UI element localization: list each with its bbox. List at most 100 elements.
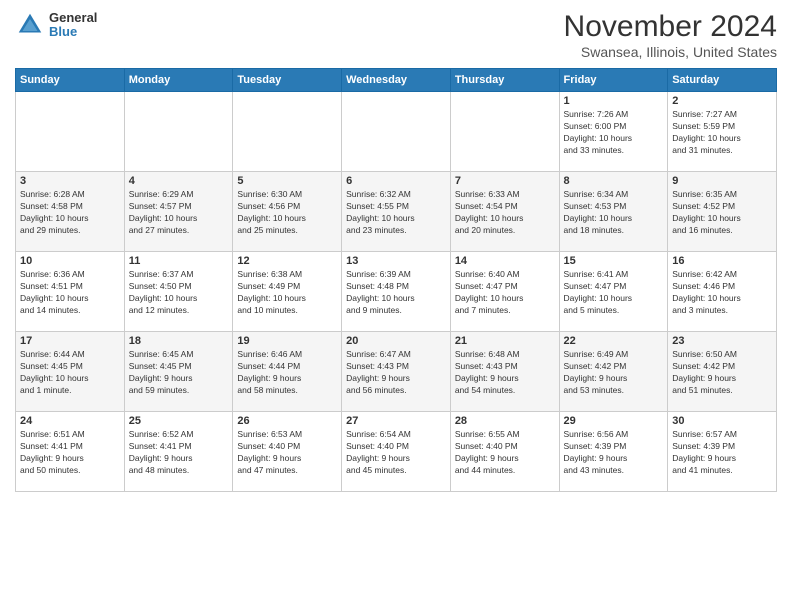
day-number: 13 xyxy=(346,255,446,267)
day-number: 29 xyxy=(564,415,664,427)
day-cell: 16 Sunrise: 6:42 AM Sunset: 4:46 PM Dayli… xyxy=(668,252,777,332)
day-cell: 6Sunrise: 6:32 AM Sunset: 4:55 PM Daylig… xyxy=(342,172,451,252)
day-cell xyxy=(16,92,125,172)
day-number: 5 xyxy=(237,175,337,187)
day-info: Sunrise: 6:57 AM Sunset: 4:39 PM Dayligh… xyxy=(672,429,772,477)
logo-icon xyxy=(15,10,45,40)
day-info: Sunrise: 6:42 AM Sunset: 4:46 PM Dayligh… xyxy=(672,269,772,317)
day-info: Sunrise: 6:36 AM Sunset: 4:51 PM Dayligh… xyxy=(20,269,120,317)
day-number: 11 xyxy=(129,255,229,267)
day-info: Sunrise: 6:39 AM Sunset: 4:48 PM Dayligh… xyxy=(346,269,446,317)
day-cell: 28 Sunrise: 6:55 AM Sunset: 4:40 PM Dayli… xyxy=(450,412,559,492)
day-info: Sunrise: 7:26 AM Sunset: 6:00 PM Dayligh… xyxy=(564,109,664,157)
day-info: Sunrise: 6:41 AM Sunset: 4:47 PM Dayligh… xyxy=(564,269,664,317)
day-number: 14 xyxy=(455,255,555,267)
day-info: Sunrise: 6:52 AM Sunset: 4:41 PM Dayligh… xyxy=(129,429,229,477)
week-row-4: 24Sunrise: 6:51 AM Sunset: 4:41 PM Dayli… xyxy=(16,412,777,492)
day-number: 8 xyxy=(564,175,664,187)
day-cell: 17Sunrise: 6:44 AM Sunset: 4:45 PM Dayli… xyxy=(16,332,125,412)
day-number: 7 xyxy=(455,175,555,187)
day-info: Sunrise: 6:46 AM Sunset: 4:44 PM Dayligh… xyxy=(237,349,337,397)
day-cell: 22 Sunrise: 6:49 AM Sunset: 4:42 PM Dayli… xyxy=(559,332,668,412)
day-cell xyxy=(450,92,559,172)
day-info: Sunrise: 6:45 AM Sunset: 4:45 PM Dayligh… xyxy=(129,349,229,397)
day-cell xyxy=(124,92,233,172)
day-info: Sunrise: 6:54 AM Sunset: 4:40 PM Dayligh… xyxy=(346,429,446,477)
week-row-2: 10 Sunrise: 6:36 AM Sunset: 4:51 PM Dayli… xyxy=(16,252,777,332)
day-number: 23 xyxy=(672,335,772,347)
day-info: Sunrise: 6:32 AM Sunset: 4:55 PM Dayligh… xyxy=(346,189,446,237)
day-cell: 4 Sunrise: 6:29 AM Sunset: 4:57 PM Daylig… xyxy=(124,172,233,252)
day-number: 10 xyxy=(20,255,120,267)
day-cell: 12Sunrise: 6:38 AM Sunset: 4:49 PM Dayli… xyxy=(233,252,342,332)
day-cell: 14 Sunrise: 6:40 AM Sunset: 4:47 PM Dayli… xyxy=(450,252,559,332)
day-info: Sunrise: 6:29 AM Sunset: 4:57 PM Dayligh… xyxy=(129,189,229,237)
calendar: SundayMondayTuesdayWednesdayThursdayFrid… xyxy=(15,68,777,492)
logo: General Blue xyxy=(15,10,97,40)
title-block: November 2024 Swansea, Illinois, United … xyxy=(564,10,777,60)
day-number: 17 xyxy=(20,335,120,347)
day-info: Sunrise: 6:28 AM Sunset: 4:58 PM Dayligh… xyxy=(20,189,120,237)
day-number: 21 xyxy=(455,335,555,347)
day-cell: 5 Sunrise: 6:30 AM Sunset: 4:56 PM Daylig… xyxy=(233,172,342,252)
location: Swansea, Illinois, United States xyxy=(564,44,777,60)
day-info: Sunrise: 6:33 AM Sunset: 4:54 PM Dayligh… xyxy=(455,189,555,237)
day-info: Sunrise: 6:35 AM Sunset: 4:52 PM Dayligh… xyxy=(672,189,772,237)
day-cell: 25 Sunrise: 6:52 AM Sunset: 4:41 PM Dayli… xyxy=(124,412,233,492)
day-cell: 15 Sunrise: 6:41 AM Sunset: 4:47 PM Dayli… xyxy=(559,252,668,332)
day-cell: 11 Sunrise: 6:37 AM Sunset: 4:50 PM Dayli… xyxy=(124,252,233,332)
day-cell xyxy=(342,92,451,172)
day-info: Sunrise: 6:55 AM Sunset: 4:40 PM Dayligh… xyxy=(455,429,555,477)
weekday-thursday: Thursday xyxy=(450,69,559,92)
day-info: Sunrise: 7:27 AM Sunset: 5:59 PM Dayligh… xyxy=(672,109,772,157)
calendar-body: 1 Sunrise: 7:26 AM Sunset: 6:00 PM Daylig… xyxy=(16,92,777,492)
day-cell: 21 Sunrise: 6:48 AM Sunset: 4:43 PM Dayli… xyxy=(450,332,559,412)
day-info: Sunrise: 6:34 AM Sunset: 4:53 PM Dayligh… xyxy=(564,189,664,237)
day-cell: 3 Sunrise: 6:28 AM Sunset: 4:58 PM Daylig… xyxy=(16,172,125,252)
day-cell: 2Sunrise: 7:27 AM Sunset: 5:59 PM Daylig… xyxy=(668,92,777,172)
day-info: Sunrise: 6:50 AM Sunset: 4:42 PM Dayligh… xyxy=(672,349,772,397)
day-info: Sunrise: 6:48 AM Sunset: 4:43 PM Dayligh… xyxy=(455,349,555,397)
day-number: 16 xyxy=(672,255,772,267)
day-info: Sunrise: 6:53 AM Sunset: 4:40 PM Dayligh… xyxy=(237,429,337,477)
day-cell: 7 Sunrise: 6:33 AM Sunset: 4:54 PM Daylig… xyxy=(450,172,559,252)
day-info: Sunrise: 6:49 AM Sunset: 4:42 PM Dayligh… xyxy=(564,349,664,397)
day-info: Sunrise: 6:30 AM Sunset: 4:56 PM Dayligh… xyxy=(237,189,337,237)
weekday-header: SundayMondayTuesdayWednesdayThursdayFrid… xyxy=(16,69,777,92)
day-info: Sunrise: 6:51 AM Sunset: 4:41 PM Dayligh… xyxy=(20,429,120,477)
day-number: 30 xyxy=(672,415,772,427)
weekday-monday: Monday xyxy=(124,69,233,92)
weekday-tuesday: Tuesday xyxy=(233,69,342,92)
day-number: 25 xyxy=(129,415,229,427)
day-number: 28 xyxy=(455,415,555,427)
day-cell: 27Sunrise: 6:54 AM Sunset: 4:40 PM Dayli… xyxy=(342,412,451,492)
day-cell: 29 Sunrise: 6:56 AM Sunset: 4:39 PM Dayli… xyxy=(559,412,668,492)
day-number: 1 xyxy=(564,95,664,107)
day-cell: 19 Sunrise: 6:46 AM Sunset: 4:44 PM Dayli… xyxy=(233,332,342,412)
week-row-0: 1 Sunrise: 7:26 AM Sunset: 6:00 PM Daylig… xyxy=(16,92,777,172)
page: General Blue November 2024 Swansea, Illi… xyxy=(0,0,792,612)
day-cell: 26Sunrise: 6:53 AM Sunset: 4:40 PM Dayli… xyxy=(233,412,342,492)
day-number: 19 xyxy=(237,335,337,347)
day-number: 18 xyxy=(129,335,229,347)
day-cell: 23 Sunrise: 6:50 AM Sunset: 4:42 PM Dayli… xyxy=(668,332,777,412)
weekday-saturday: Saturday xyxy=(668,69,777,92)
week-row-3: 17Sunrise: 6:44 AM Sunset: 4:45 PM Dayli… xyxy=(16,332,777,412)
weekday-sunday: Sunday xyxy=(16,69,125,92)
day-number: 20 xyxy=(346,335,446,347)
logo-text: General Blue xyxy=(49,11,97,40)
weekday-friday: Friday xyxy=(559,69,668,92)
day-number: 4 xyxy=(129,175,229,187)
day-info: Sunrise: 6:47 AM Sunset: 4:43 PM Dayligh… xyxy=(346,349,446,397)
day-number: 3 xyxy=(20,175,120,187)
day-number: 22 xyxy=(564,335,664,347)
day-info: Sunrise: 6:37 AM Sunset: 4:50 PM Dayligh… xyxy=(129,269,229,317)
day-number: 12 xyxy=(237,255,337,267)
day-number: 15 xyxy=(564,255,664,267)
day-info: Sunrise: 6:56 AM Sunset: 4:39 PM Dayligh… xyxy=(564,429,664,477)
month-title: November 2024 xyxy=(564,10,777,44)
day-cell: 8 Sunrise: 6:34 AM Sunset: 4:53 PM Daylig… xyxy=(559,172,668,252)
day-cell: 20 Sunrise: 6:47 AM Sunset: 4:43 PM Dayli… xyxy=(342,332,451,412)
day-info: Sunrise: 6:40 AM Sunset: 4:47 PM Dayligh… xyxy=(455,269,555,317)
weekday-wednesday: Wednesday xyxy=(342,69,451,92)
